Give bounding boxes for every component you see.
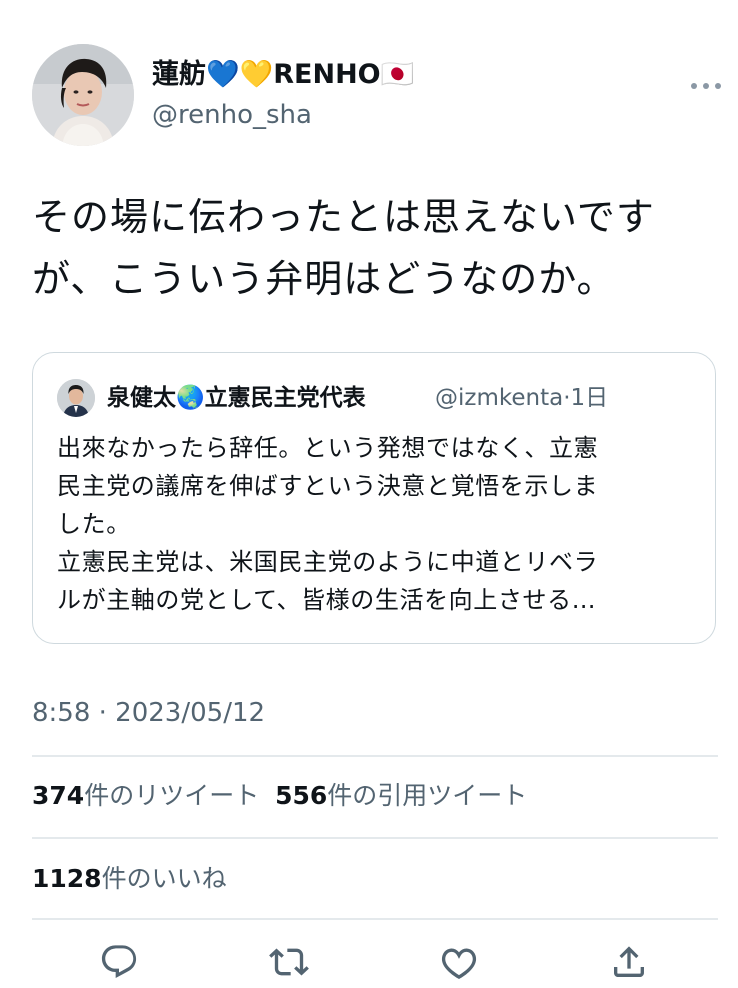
likes-count: 1128 — [32, 864, 102, 893]
divider — [32, 755, 718, 757]
quotes-label: 件の引用ツイート — [327, 781, 528, 810]
tweet-text-line: その場に伝わったとは思えないです — [32, 195, 655, 239]
tweet-action-bar — [0, 940, 738, 984]
tweet-text: その場に伝わったとは思えないです が、こういう弁明はどうなのか。 — [32, 186, 707, 310]
retweet-icon — [269, 948, 309, 976]
meta-separator: · — [563, 385, 571, 411]
quoted-tweet-age: 1日 — [570, 385, 609, 411]
retweet-button[interactable] — [267, 940, 311, 984]
author-display-name[interactable]: 蓮舫💙💛RENHO🇯🇵 — [152, 58, 414, 92]
reply-button[interactable] — [97, 940, 141, 984]
retweets-label: 件のリツイート — [84, 781, 260, 810]
quoted-text-line: 出來なかったら辞任。という発想ではなく、立憲 — [57, 434, 599, 462]
tweet-timestamp[interactable]: 8:58 · 2023/05/12 — [32, 696, 265, 730]
author-handle[interactable]: @renho_sha — [152, 98, 312, 132]
share-button[interactable] — [607, 940, 651, 984]
quoted-text-line: した。 — [57, 510, 131, 538]
likes-label: 件のいいね — [101, 864, 227, 893]
reply-icon — [101, 945, 137, 978]
retweets-count: 374 — [32, 781, 85, 810]
quoted-text-line: 立憲民主党は、米国民主党のように中道とリベラ — [57, 548, 599, 576]
heart-icon — [441, 948, 477, 979]
like-button[interactable] — [437, 940, 481, 984]
quoted-author-meta: @izmkenta·1日 — [435, 381, 608, 415]
more-horizontal-icon[interactable] — [690, 76, 722, 89]
divider — [32, 918, 718, 920]
like-stats: 1128件のいいね — [32, 862, 227, 896]
share-icon — [614, 946, 644, 977]
retweets-link[interactable]: 374件のリツイート — [32, 781, 259, 810]
tweet-text-line: が、こういう弁明はどうなのか。 — [32, 257, 616, 301]
quotes-link[interactable]: 556件の引用ツイート — [275, 781, 527, 810]
quoted-author-avatar — [57, 379, 95, 417]
likes-link[interactable]: 1128件のいいね — [32, 864, 227, 893]
tweet-header: 蓮舫💙💛RENHO🇯🇵 @renho_sha — [32, 44, 722, 148]
quoted-author-handle: @izmkenta — [435, 385, 564, 411]
author-avatar[interactable] — [32, 44, 134, 146]
divider — [32, 837, 718, 839]
quoted-text-line: 民主党の議席を伸ばすという決意と覚悟を示しま — [57, 472, 599, 500]
quoted-tweet[interactable]: 泉健太🌏立憲民主党代表 @izmkenta·1日 出來なかったら辞任。という発想… — [32, 352, 716, 644]
quoted-text-line: ルが主軸の党として、皆様の生活を向上させる… — [57, 586, 597, 614]
quotes-count: 556 — [275, 781, 328, 810]
retweet-stats: 374件のリツイート 556件の引用ツイート — [32, 779, 527, 813]
quoted-author-display-name: 泉健太🌏立憲民主党代表 — [107, 385, 366, 411]
quoted-tweet-text: 出來なかったら辞任。という発想ではなく、立憲 民主党の議席を伸ばすという決意と覚… — [57, 429, 687, 619]
